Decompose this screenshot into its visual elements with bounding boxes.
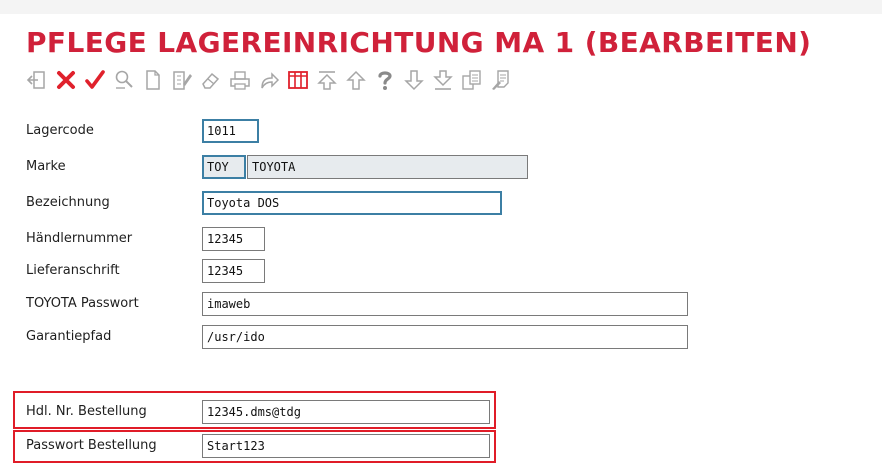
haendlernummer-label: Händlernummer <box>26 231 133 246</box>
toolbar <box>26 64 512 96</box>
passwort-bestellung-field[interactable]: Start123 <box>202 434 490 458</box>
bezeichnung-field[interactable]: Toyota DOS <box>202 191 502 215</box>
hdl-bestellung-label: Hdl. Nr. Bestellung <box>26 404 147 419</box>
help-icon[interactable] <box>374 69 396 91</box>
last-record-icon[interactable] <box>432 69 454 91</box>
lieferanschrift-field[interactable]: 12345 <box>202 259 265 283</box>
page-title: PFLEGE LAGEREINRICHTUNG MA 1 (BEARBEITEN… <box>26 26 812 59</box>
haendlernummer-field[interactable]: 12345 <box>202 227 265 251</box>
copy-record-icon[interactable] <box>461 69 483 91</box>
first-record-icon[interactable] <box>316 69 338 91</box>
next-record-icon[interactable] <box>403 69 425 91</box>
garantiepfad-label: Garantiepfad <box>26 329 112 344</box>
cancel-icon[interactable] <box>55 69 77 91</box>
new-document-icon[interactable] <box>142 69 164 91</box>
lagercode-field[interactable]: 1011 <box>202 119 259 143</box>
exit-icon[interactable] <box>26 69 48 91</box>
search-icon[interactable] <box>113 69 135 91</box>
marke-code-field[interactable]: TOY <box>202 155 246 179</box>
edit-document-icon[interactable] <box>171 69 193 91</box>
marke-name-field: TOYOTA <box>247 155 528 179</box>
marke-label: Marke <box>26 159 66 174</box>
eraser-icon[interactable] <box>200 69 222 91</box>
print-icon[interactable] <box>229 69 251 91</box>
table-columns-icon[interactable] <box>287 69 309 91</box>
lieferanschrift-label: Lieferanschrift <box>26 263 120 278</box>
previous-record-icon[interactable] <box>345 69 367 91</box>
toyota-passwort-label: TOYOTA Passwort <box>26 296 139 311</box>
confirm-icon[interactable] <box>84 69 106 91</box>
toyota-passwort-field[interactable]: imaweb <box>202 292 688 316</box>
garantiepfad-field[interactable]: /usr/ido <box>202 325 688 349</box>
hdl-bestellung-field[interactable]: 12345.dms@tdg <box>202 400 490 424</box>
notes-icon[interactable] <box>490 69 512 91</box>
forward-icon[interactable] <box>258 69 280 91</box>
passwort-bestellung-label: Passwort Bestellung <box>26 438 157 453</box>
lagercode-label: Lagercode <box>26 123 94 138</box>
top-strip <box>0 0 882 14</box>
bezeichnung-label: Bezeichnung <box>26 195 110 210</box>
